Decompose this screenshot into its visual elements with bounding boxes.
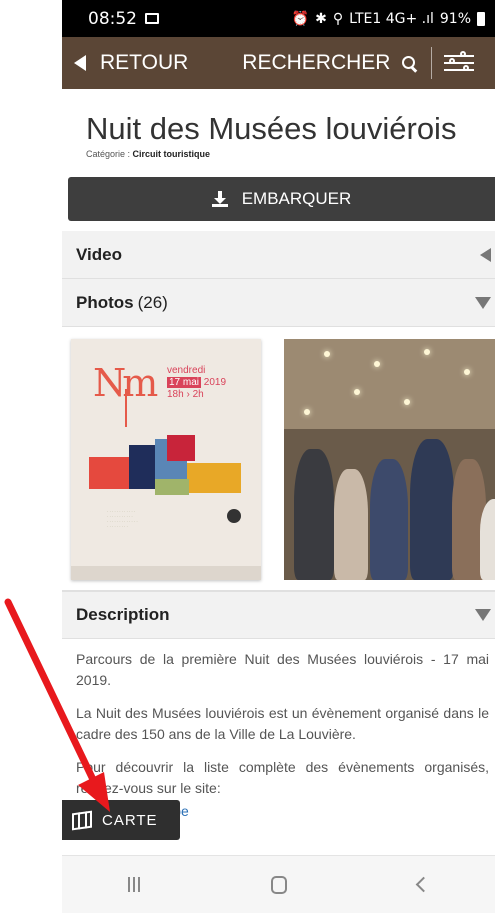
search-button[interactable]: RECHERCHER <box>242 51 417 75</box>
poster-badge <box>227 509 241 523</box>
poster-shape <box>167 435 195 461</box>
crowd-person <box>410 439 454 580</box>
crowd-person <box>334 469 368 580</box>
description-paragraph: La Nuit des Musées louviérois est un évè… <box>76 705 489 742</box>
search-label: RECHERCHER <box>242 51 391 74</box>
poster-shape <box>155 479 189 495</box>
page-title: Nuit des Musées louviérois <box>86 111 457 146</box>
section-photos[interactable]: Photos (26) <box>62 279 495 327</box>
crowd-photo[interactable] <box>284 339 495 580</box>
system-back-icon[interactable] <box>416 876 432 893</box>
poster-footer <box>71 566 261 580</box>
crowd-sign <box>480 499 495 580</box>
status-bar: 08:52 ⏰ ✱ ⚲ LTE1 4G+ .ıl 91% <box>62 0 495 37</box>
back-label: RETOUR <box>100 51 189 74</box>
embark-button[interactable]: EMBARQUER <box>68 177 495 221</box>
bluetooth-icon: ✱ <box>315 10 327 27</box>
recent-apps-icon[interactable] <box>127 877 140 892</box>
location-icon: ⚲ <box>332 10 344 27</box>
section-photos-label: Photos <box>76 292 134 312</box>
ceiling-light <box>304 409 310 415</box>
ceiling-light <box>424 349 430 355</box>
crowd-person <box>370 459 408 580</box>
navbar-divider <box>431 47 433 79</box>
battery-percent: 91% <box>439 10 471 27</box>
poster-photo[interactable]: Nm vendredi 17 mai 2019 18h › 2h · · · ·… <box>71 339 261 580</box>
download-icon <box>211 191 228 207</box>
section-video-label: Video <box>76 244 122 264</box>
home-icon[interactable] <box>270 875 287 894</box>
gallery-notification-icon <box>145 13 159 24</box>
caret-down-icon <box>475 296 491 309</box>
poster-shape <box>187 463 241 493</box>
poster-date-text: vendredi 17 mai 2019 18h › 2h <box>167 365 226 401</box>
search-icon <box>402 55 417 71</box>
poster-logo: Nm <box>93 361 158 405</box>
photo-ceiling <box>284 339 495 429</box>
section-description-label: Description <box>76 605 170 624</box>
poster-date-line: 17 mai 2019 <box>167 377 226 389</box>
back-button[interactable]: RETOUR <box>62 51 188 75</box>
poster-day: vendredi <box>167 365 206 376</box>
ceiling-light <box>354 389 360 395</box>
ceiling-light <box>464 369 470 375</box>
filter-settings-icon[interactable] <box>444 50 475 76</box>
poster-fine-print: · · · · · · · · · · · · · · · · · · · · ·… <box>107 509 138 529</box>
map-button[interactable]: CARTE <box>62 800 180 840</box>
category-line: Catégorie : Circuit touristique <box>86 149 481 159</box>
embark-label: EMBARQUER <box>241 189 352 208</box>
category-prefix: Catégorie : <box>86 149 133 159</box>
caret-left-icon <box>480 247 491 262</box>
ceiling-light <box>404 399 410 405</box>
back-arrow-icon <box>74 55 86 71</box>
ceiling-light <box>324 351 330 357</box>
crowd-person <box>294 449 334 580</box>
app-screen: 08:52 ⏰ ✱ ⚲ LTE1 4G+ .ıl 91% RETOUR RECH… <box>62 0 495 913</box>
section-video[interactable]: Video <box>62 231 495 279</box>
poster-shape <box>89 457 129 489</box>
alarm-icon: ⏰ <box>291 10 310 27</box>
network-indicators: LTE1 4G+ .ıl <box>349 10 434 27</box>
map-button-label: CARTE <box>102 811 158 829</box>
poster-hours: 18h › 2h <box>167 389 204 400</box>
status-time: 08:52 <box>88 8 137 29</box>
description-paragraph: Pour découvrir la liste complète des évè… <box>76 759 489 796</box>
ceiling-light <box>374 361 380 367</box>
top-navbar: RETOUR RECHERCHER <box>62 37 495 89</box>
status-indicators: ⏰ ✱ ⚲ LTE1 4G+ .ıl 91% <box>292 11 485 27</box>
category-value: Circuit touristique <box>132 149 211 159</box>
section-photos-count: (26) <box>137 292 168 312</box>
poster-date: 17 mai <box>167 377 202 388</box>
android-nav-bar <box>62 855 495 913</box>
poster-line <box>125 389 127 427</box>
photo-gallery: Nm vendredi 17 mai 2019 18h › 2h · · · ·… <box>62 327 495 591</box>
poster-year: 2019 <box>203 377 227 388</box>
map-icon <box>72 810 92 830</box>
description-paragraph: Parcours de la première Nuit des Musées … <box>76 651 489 688</box>
section-description[interactable]: Description <box>62 591 495 639</box>
description-body: Parcours de la première Nuit des Musées … <box>62 639 495 822</box>
battery-icon <box>477 11 485 26</box>
title-block: Nuit des Musées louviérois Catégorie : C… <box>62 89 495 177</box>
caret-down-icon <box>475 609 491 621</box>
